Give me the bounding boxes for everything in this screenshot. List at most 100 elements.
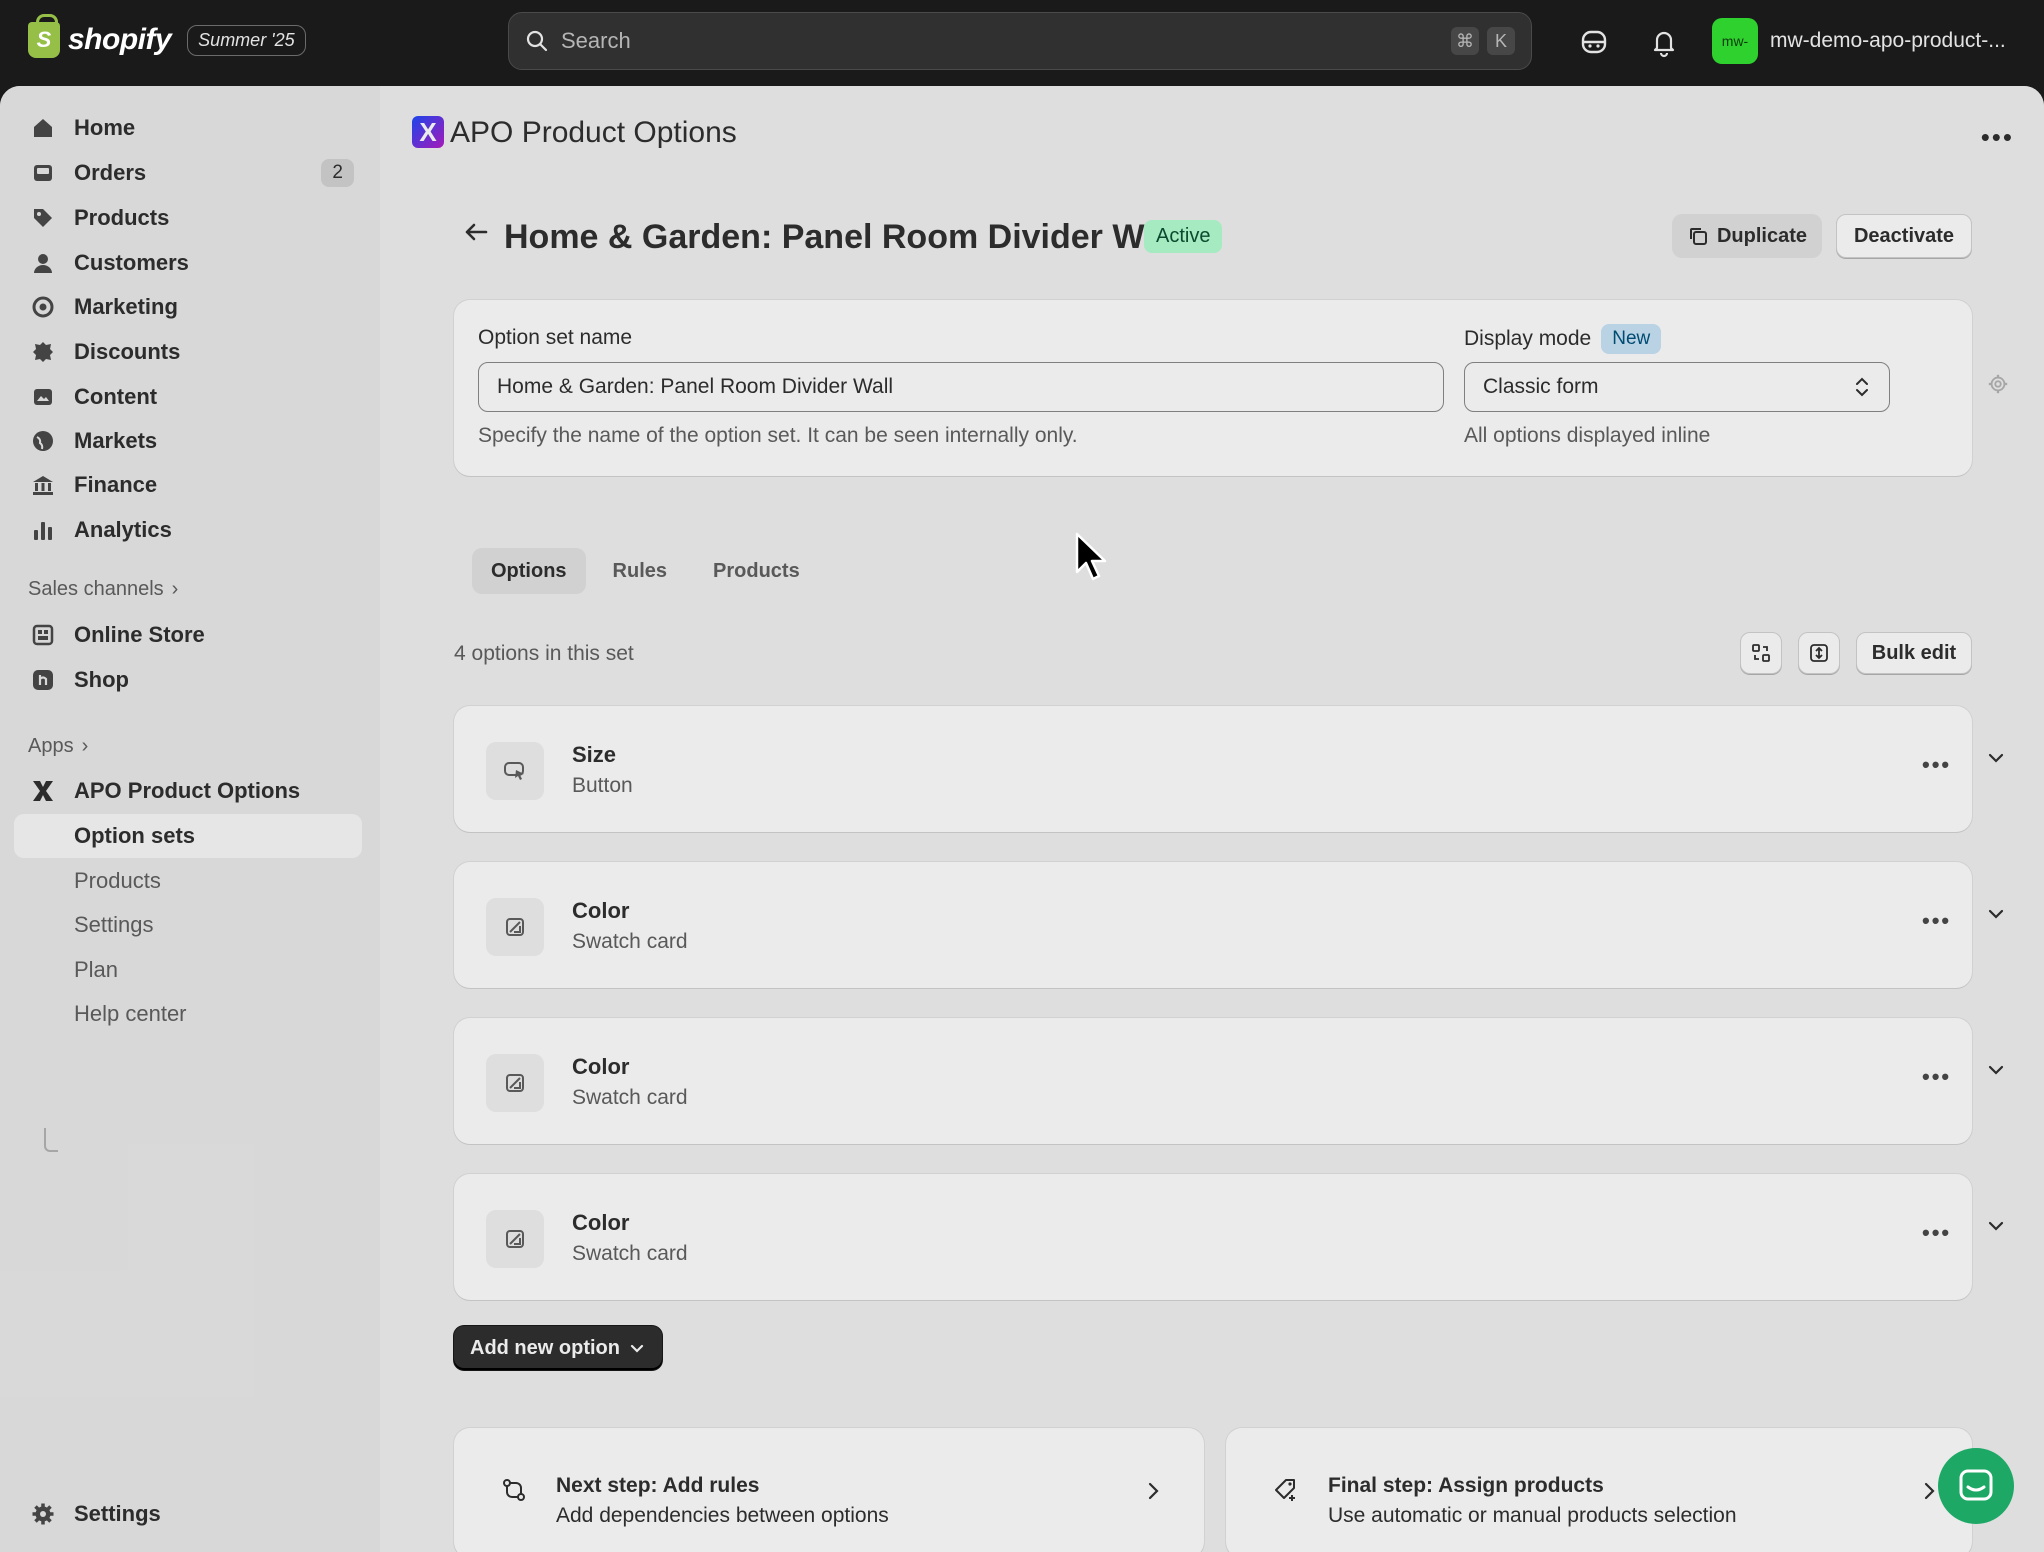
- sidebar-item-discounts[interactable]: Discounts: [14, 330, 362, 374]
- chevron-down-icon[interactable]: [1982, 1212, 2010, 1240]
- swatch-icon: [486, 1210, 544, 1268]
- sidebar-item-content[interactable]: Content: [14, 375, 362, 419]
- back-arrow-icon[interactable]: [460, 216, 492, 248]
- sidebar-item-products[interactable]: Products: [14, 196, 362, 240]
- sidebar-item-analytics[interactable]: Analytics: [14, 508, 362, 552]
- sidebar-item-settings[interactable]: Settings: [14, 1492, 362, 1536]
- main-content: X APO Product Options ••• Home & Garden:…: [380, 86, 2044, 1552]
- expand-all-button[interactable]: [1798, 632, 1840, 674]
- sidebar-item-apo-product-options[interactable]: APO Product Options: [14, 769, 362, 813]
- option-card[interactable]: Color Swatch card •••: [454, 1174, 2004, 1300]
- sidebar-item-help-center[interactable]: Help center: [14, 992, 362, 1036]
- collapse-all-button[interactable]: [1740, 632, 1782, 674]
- sidebar-item-label: Settings: [74, 1501, 161, 1526]
- bulk-edit-button[interactable]: Bulk edit: [1856, 632, 1972, 674]
- sidebar-item-app-settings[interactable]: Settings: [14, 903, 362, 947]
- option-type: Swatch card: [572, 1242, 688, 1265]
- sidebar-item-label: Customers: [74, 250, 189, 275]
- option-name: Color: [572, 1054, 630, 1079]
- sales-channels-label: Sales channels: [28, 578, 164, 600]
- search-icon: [526, 30, 548, 52]
- chart-icon: [30, 517, 56, 543]
- apo-app-icon: [30, 778, 56, 804]
- sidebar-item-label: Marketing: [74, 294, 178, 319]
- shortcut-key-cmd: ⌘: [1451, 27, 1479, 55]
- sidebar-item-app-products[interactable]: Products: [14, 859, 362, 903]
- app-header: X APO Product Options •••: [380, 86, 2044, 176]
- bulk-edit-label: Bulk edit: [1871, 641, 1957, 664]
- sidebar-item-label: Option sets: [74, 823, 196, 848]
- expand-icon: [1810, 644, 1828, 662]
- shop-icon: [30, 667, 56, 693]
- sidebar-item-option-sets[interactable]: Option sets: [14, 814, 362, 858]
- bell-icon[interactable]: [1648, 26, 1680, 58]
- image-icon: [30, 384, 56, 410]
- display-settings-button[interactable]: [1976, 362, 2020, 406]
- option-set-name-input[interactable]: Home & Garden: Panel Room Divider Wall: [478, 362, 1444, 412]
- sidebar-item-label: Online Store: [74, 622, 205, 647]
- duplicate-label: Duplicate: [1716, 224, 1808, 247]
- deactivate-button[interactable]: Deactivate: [1836, 214, 1972, 258]
- orders-icon: [30, 160, 56, 186]
- display-mode-select[interactable]: Classic form: [1464, 362, 1890, 412]
- search-placeholder: Search: [561, 28, 631, 53]
- sidebar-item-home[interactable]: Home: [14, 106, 362, 150]
- chevron-down-icon[interactable]: [1982, 900, 2010, 928]
- chat-launcher-button[interactable]: [1938, 1448, 2014, 1524]
- chevron-down-icon[interactable]: [1982, 744, 2010, 772]
- tab-rules[interactable]: Rules: [594, 548, 686, 594]
- option-more-icon[interactable]: •••: [1922, 1064, 1951, 1090]
- step-title: Final step: Assign products: [1328, 1474, 1604, 1497]
- tab-options[interactable]: Options: [472, 548, 586, 594]
- new-badge: New: [1601, 324, 1662, 354]
- option-type: Swatch card: [572, 1086, 688, 1109]
- sidebar-item-label: Discounts: [74, 339, 181, 364]
- orders-count-badge: 2: [321, 159, 354, 187]
- option-more-icon[interactable]: •••: [1922, 908, 1951, 934]
- status-badge: Active: [1144, 220, 1223, 253]
- sidebar-item-orders[interactable]: Orders 2: [14, 151, 362, 195]
- add-new-option-button[interactable]: Add new option: [454, 1326, 662, 1370]
- shopify-logo[interactable]: S shopify Summer '25: [28, 14, 306, 58]
- sidebar-item-shop[interactable]: Shop: [14, 658, 362, 702]
- chevron-down-icon[interactable]: [1982, 1056, 2010, 1084]
- rules-icon: [503, 1479, 525, 1501]
- sidebar-item-online-store[interactable]: Online Store: [14, 613, 362, 657]
- tag-icon: [30, 205, 56, 231]
- sales-channels-header[interactable]: Sales channels ›: [28, 578, 178, 601]
- option-card[interactable]: Size Button •••: [454, 706, 2004, 832]
- discount-icon: [30, 339, 56, 365]
- shortcut-key-k: K: [1487, 27, 1515, 55]
- tab-products[interactable]: Products: [694, 548, 819, 594]
- search-bar[interactable]: Search ⌘ K: [508, 12, 1532, 70]
- edition-badge[interactable]: Summer '25: [187, 24, 306, 56]
- option-type: Button: [572, 774, 633, 797]
- admin-frame: Home Orders 2 Products Customers Marketi…: [0, 86, 2044, 1552]
- chevron-right-icon: ›: [171, 578, 179, 600]
- sidekick-icon[interactable]: [1578, 26, 1610, 58]
- next-step-add-rules-card[interactable]: Next step: Add rules Add dependencies be…: [454, 1428, 1204, 1552]
- sidebar-item-label: Shop: [74, 667, 129, 692]
- store-name: mw-demo-apo-product-...: [1770, 29, 2006, 52]
- apps-header[interactable]: Apps ›: [28, 735, 88, 758]
- sidebar-item-plan[interactable]: Plan: [14, 948, 362, 992]
- option-more-icon[interactable]: •••: [1922, 1220, 1951, 1246]
- option-more-icon[interactable]: •••: [1922, 752, 1951, 778]
- sidebar-item-label: Products: [74, 868, 161, 893]
- page-title: Home & Garden: Panel Room Divider Wall: [504, 218, 1181, 256]
- duplicate-button[interactable]: Duplicate: [1672, 214, 1822, 258]
- sidebar-item-marketing[interactable]: Marketing: [14, 285, 362, 329]
- store-icon: [30, 622, 56, 648]
- sidebar-item-customers[interactable]: Customers: [14, 241, 362, 285]
- option-card[interactable]: Color Swatch card •••: [454, 862, 2004, 988]
- step-title: Next step: Add rules: [556, 1474, 760, 1497]
- sidebar-item-markets[interactable]: Markets: [14, 419, 362, 463]
- option-set-tabs: Options Rules Products: [472, 548, 819, 594]
- app-title: APO Product Options: [450, 116, 737, 149]
- store-menu[interactable]: mw- mw-demo-apo-product-...: [1712, 18, 2006, 64]
- option-card[interactable]: Color Swatch card •••: [454, 1018, 2004, 1144]
- more-actions-icon[interactable]: •••: [1981, 122, 2014, 153]
- final-step-assign-products-card[interactable]: Final step: Assign products Use automati…: [1226, 1428, 1972, 1552]
- tag-plus-icon: [1275, 1479, 1295, 1501]
- sidebar-item-finance[interactable]: Finance: [14, 463, 362, 507]
